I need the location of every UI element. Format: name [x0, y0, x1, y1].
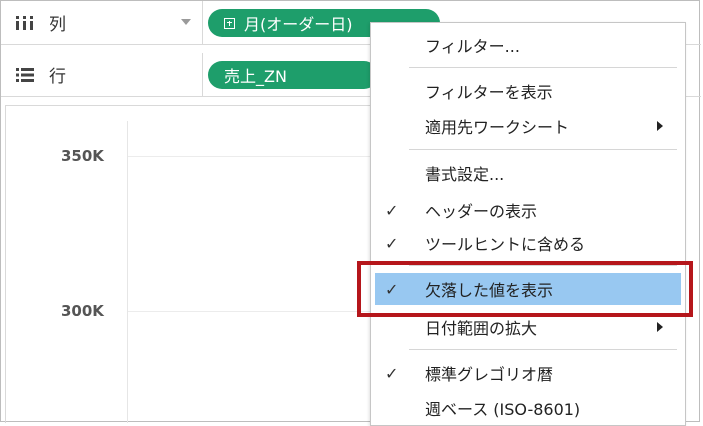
- menu-separator: [409, 149, 677, 150]
- menu-item-standard-gregorian[interactable]: ✓ 標準グレゴリオ暦: [371, 357, 685, 389]
- menu-item-show-header[interactable]: ✓ ヘッダーの表示: [371, 194, 685, 226]
- rows-pill-label: 売上_ZN: [224, 67, 287, 86]
- y-tick-label: 300K: [61, 302, 104, 320]
- chart-area: [5, 105, 371, 423]
- menu-item-label: 標準グレゴリオ暦: [425, 365, 554, 384]
- menu-item-label: ツールヒントに含める: [425, 235, 586, 254]
- columns-shelf-label: 列: [1, 1, 203, 44]
- columns-pill-label: 月(オーダー日): [244, 15, 353, 34]
- rows-shelf-label: 行: [1, 53, 203, 96]
- menu-item-show-filter[interactable]: フィルターを表示: [371, 75, 685, 107]
- menu-item-label: フィルターを表示: [425, 83, 553, 102]
- y-axis-line: [127, 121, 128, 423]
- columns-label: 列: [49, 15, 66, 35]
- rows-icon: [15, 53, 35, 96]
- menu-item-label: フィルター...: [425, 37, 520, 56]
- checkmark-icon: ✓: [385, 363, 399, 383]
- gridline: [128, 311, 371, 312]
- checkmark-icon: ✓: [385, 233, 399, 253]
- y-tick-label: 350K: [61, 147, 104, 165]
- menu-item-iso-8601[interactable]: 週ベース (ISO-8601): [371, 392, 685, 424]
- menu-item-filter[interactable]: フィルター...: [371, 29, 685, 61]
- menu-item-label: 書式設定...: [425, 165, 505, 184]
- rows-label: 行: [49, 67, 66, 87]
- menu-item-label: ヘッダーの表示: [425, 202, 538, 221]
- submenu-arrow-icon: [657, 322, 663, 332]
- chevron-down-icon[interactable]: [181, 19, 191, 25]
- menu-item-include-in-tooltip[interactable]: ✓ ツールヒントに含める: [371, 227, 685, 259]
- rows-pill-sales-zn[interactable]: 売上_ZN: [208, 61, 378, 89]
- expand-plus-icon[interactable]: [224, 17, 235, 29]
- annotation-highlight-box: [357, 261, 693, 317]
- gridline: [128, 156, 371, 157]
- menu-separator: [409, 67, 677, 68]
- checkmark-icon: ✓: [385, 200, 399, 220]
- menu-item-format[interactable]: 書式設定...: [371, 157, 685, 189]
- columns-icon: [15, 1, 35, 44]
- menu-item-label: 日付範囲の拡大: [425, 319, 538, 338]
- menu-item-apply-to-worksheets[interactable]: 適用先ワークシート: [371, 110, 685, 142]
- menu-item-label: 週ベース (ISO-8601): [425, 400, 581, 419]
- menu-item-label: 適用先ワークシート: [425, 118, 570, 137]
- context-menu: フィルター... フィルターを表示 適用先ワークシート 書式設定... ✓ ヘッ…: [370, 22, 686, 426]
- submenu-arrow-icon: [657, 121, 663, 131]
- menu-separator: [409, 349, 677, 350]
